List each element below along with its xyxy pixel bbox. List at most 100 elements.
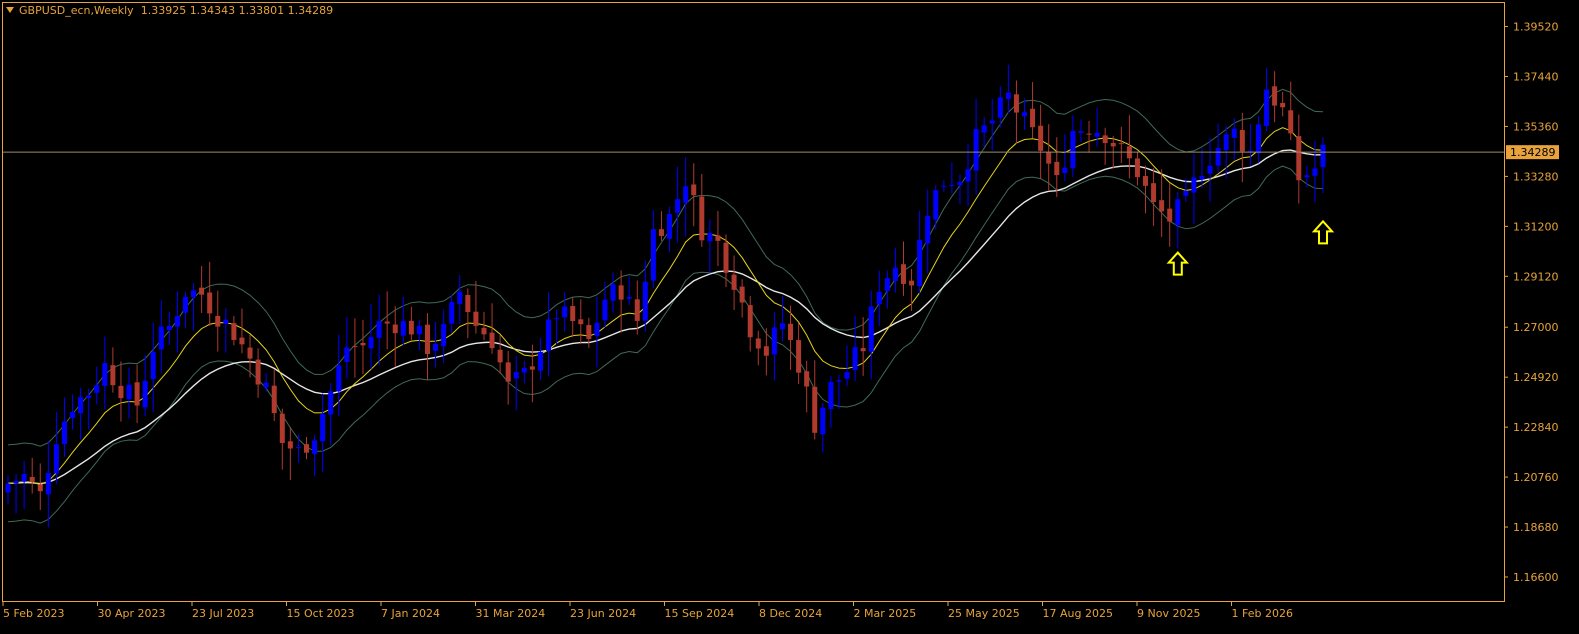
- candle-body: [408, 320, 414, 335]
- candle-body: [247, 347, 253, 359]
- candle-body: [884, 278, 890, 291]
- candle-body: [909, 280, 915, 286]
- candle-body: [618, 285, 624, 300]
- time-tick-label: 8 Dec 2024: [759, 607, 822, 620]
- price-tick-label: 1.18680: [1513, 521, 1559, 534]
- price-tick-label: 1.33280: [1513, 170, 1559, 183]
- candle-body: [537, 351, 543, 371]
- candle-body: [320, 413, 326, 442]
- candle-body: [723, 242, 729, 273]
- candle-body: [328, 391, 334, 415]
- candle-body: [1102, 135, 1108, 144]
- candle-body: [1030, 108, 1036, 128]
- candle-body: [118, 385, 124, 399]
- candle-body: [1094, 132, 1100, 137]
- time-tick-label: 1 Feb 2026: [1232, 607, 1293, 620]
- candle-body: [1320, 144, 1326, 168]
- candle-body: [917, 239, 923, 287]
- candle-body: [1070, 131, 1076, 169]
- candle-body: [1288, 110, 1294, 134]
- candle-body: [489, 332, 495, 349]
- candle-body: [1110, 142, 1116, 147]
- candle-body: [779, 323, 785, 330]
- candle-body: [796, 340, 802, 373]
- candle-body: [925, 215, 931, 244]
- candle-body: [21, 473, 27, 482]
- candle-body: [755, 338, 761, 349]
- candle-body: [731, 274, 737, 290]
- price-chart[interactable]: 1.39520 1.37440 1.35360 1.33280 1.31200 1.291…: [0, 0, 1579, 630]
- candle-body: [691, 184, 697, 196]
- candle-body: [707, 232, 713, 242]
- candle-body: [263, 382, 269, 388]
- price-tick-label: 1.27000: [1513, 321, 1559, 334]
- candle-body: [804, 371, 810, 387]
- candle-body: [981, 125, 987, 133]
- candle-body: [747, 305, 753, 338]
- candle-body: [134, 382, 140, 406]
- candle-body: [1215, 147, 1221, 166]
- price-tick-label: 1.16600: [1513, 571, 1559, 584]
- price-tick-label: 1.24920: [1513, 371, 1559, 384]
- candle-body: [997, 97, 1003, 118]
- candle-body: [271, 385, 277, 414]
- candle-body: [1247, 150, 1253, 152]
- candle-body: [650, 229, 656, 281]
- candle-body: [344, 347, 350, 362]
- candle-body: [771, 327, 777, 355]
- candle-body: [110, 365, 116, 386]
- candle-body: [586, 325, 592, 339]
- chart-header: GBPUSD_ecn,Weekly 1.33925 1.34343 1.3380…: [6, 4, 333, 17]
- candle-body: [102, 363, 108, 386]
- candle-body: [546, 319, 552, 351]
- symbol-timeframe: GBPUSD_ecn,Weekly: [19, 4, 134, 17]
- chart-window[interactable]: 1.39520 1.37440 1.35360 1.33280 1.31200 1.291…: [0, 0, 1579, 630]
- candle-body: [497, 349, 503, 363]
- current-price-label: 1.34289: [1510, 146, 1556, 159]
- candle-body: [295, 446, 301, 448]
- candle-body: [505, 362, 511, 382]
- candle-body: [279, 413, 285, 444]
- candle-body: [433, 343, 439, 352]
- candle-body: [626, 296, 632, 299]
- candle-body: [53, 444, 59, 474]
- candle-body: [5, 483, 11, 493]
- chevron-down-icon[interactable]: [6, 7, 14, 13]
- candle-body: [1191, 177, 1197, 193]
- candle-body: [368, 337, 374, 349]
- candle-body: [1038, 125, 1044, 151]
- candle-body: [1086, 133, 1092, 135]
- candle-body: [844, 372, 850, 379]
- candle-body: [425, 324, 431, 355]
- time-tick-label: 9 Nov 2025: [1137, 607, 1200, 620]
- candle-body: [529, 366, 535, 370]
- candle-body: [602, 299, 608, 321]
- candle-body: [174, 316, 180, 327]
- candle-body: [715, 235, 721, 241]
- candle-body: [852, 347, 858, 371]
- candle-body: [642, 281, 648, 321]
- candle-body: [191, 290, 197, 298]
- candle-body: [287, 441, 293, 449]
- candle-body: [610, 284, 616, 301]
- candle-body: [199, 287, 205, 295]
- ohlc-values: 1.33925 1.34343 1.33801 1.34289: [140, 4, 334, 17]
- price-tick-label: 1.35360: [1513, 120, 1559, 133]
- candle-body: [352, 345, 358, 347]
- candle-body: [1223, 134, 1229, 151]
- candle-body: [360, 342, 366, 346]
- candle-body: [13, 481, 19, 484]
- candle-body: [578, 319, 584, 325]
- price-tick-label: 1.22840: [1513, 421, 1559, 434]
- candle-body: [158, 326, 164, 350]
- candle-body: [965, 169, 971, 182]
- candle-body: [473, 311, 479, 326]
- candle-body: [1272, 86, 1278, 106]
- candle-body: [416, 325, 422, 335]
- time-tick-label: 5 Feb 2023: [3, 607, 64, 620]
- candle-body: [868, 306, 874, 352]
- candle-body: [521, 367, 527, 373]
- price-tick-label: 1.37440: [1513, 70, 1559, 83]
- candle-body: [860, 348, 866, 352]
- candle-body: [828, 381, 834, 410]
